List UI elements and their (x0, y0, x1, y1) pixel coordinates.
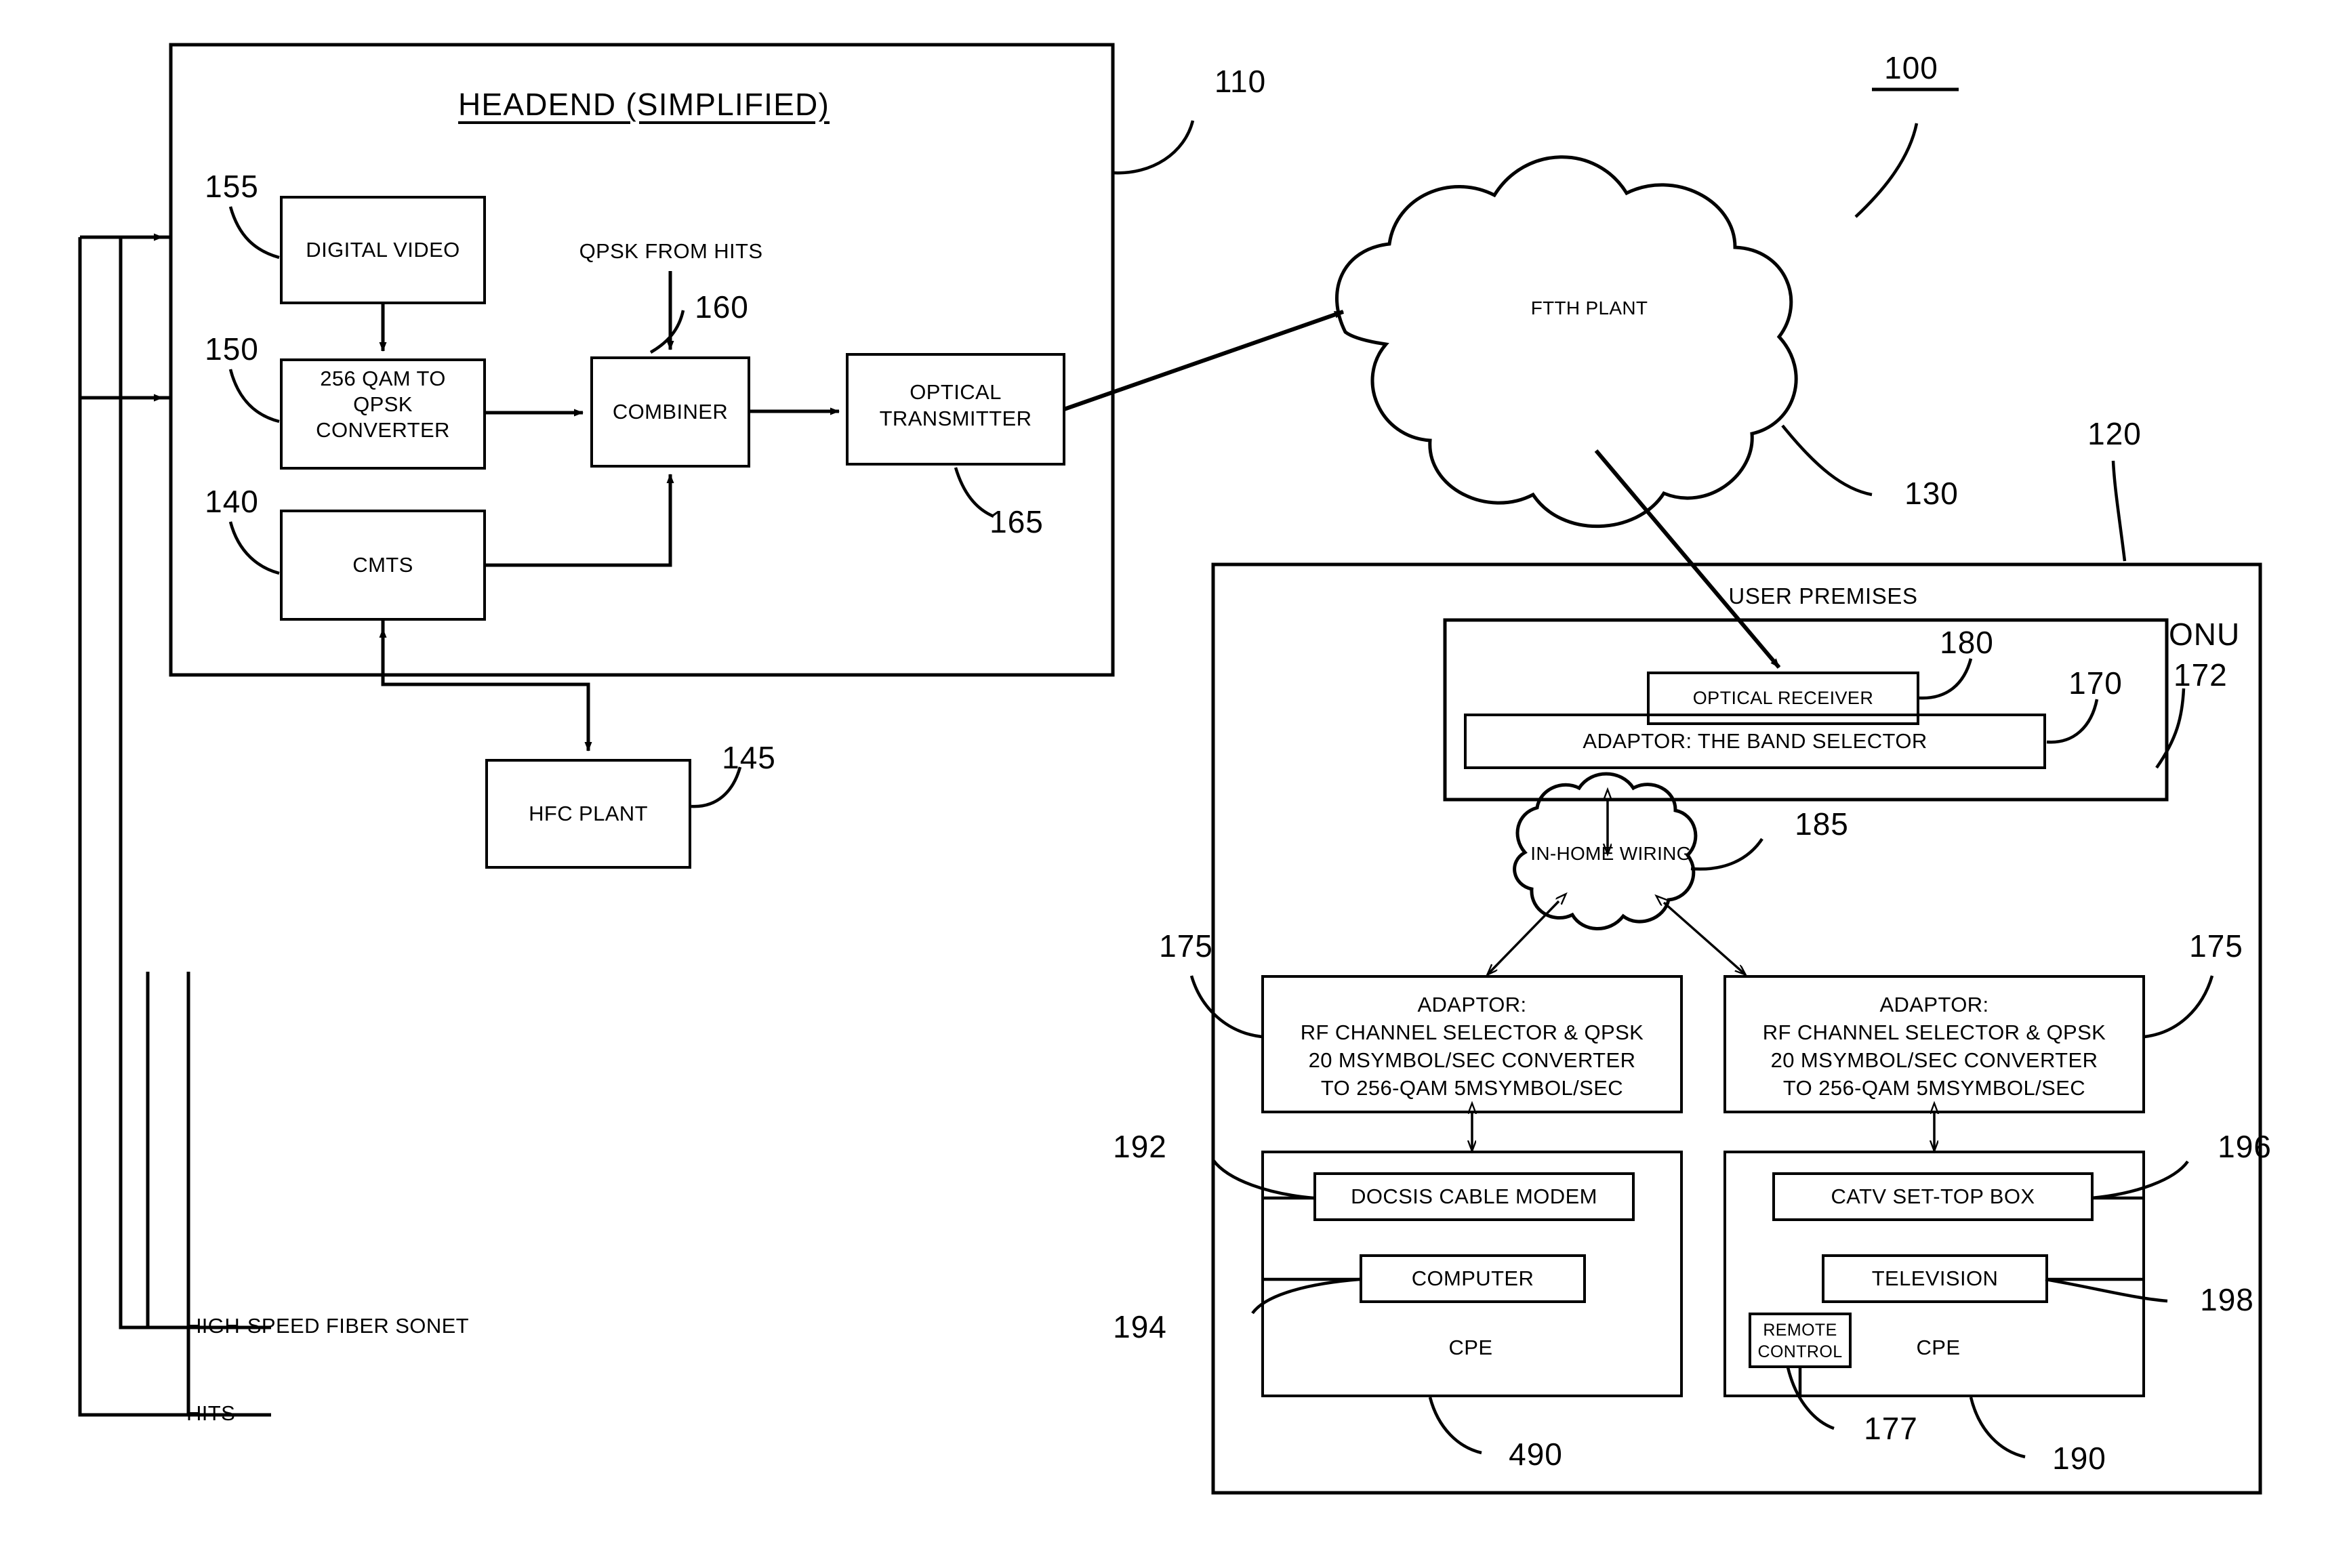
leader-130 (1781, 424, 1873, 497)
digital-video-label: DIGITAL VIDEO (306, 238, 460, 262)
onu-label: ONU (2169, 617, 2241, 652)
ref-175-left: 175 (1159, 928, 1213, 964)
leader-120 (2111, 460, 2127, 562)
leader-110 (1112, 120, 1195, 175)
arrow-inhome-to-adaptor-right (1664, 903, 1745, 974)
cpe-right-label: CPE (1916, 1336, 1961, 1360)
cmts-label: CMTS (352, 553, 413, 577)
ref-160: 160 (695, 289, 749, 325)
computer-label: COMPUTER (1411, 1266, 1534, 1291)
qam-converter-label-1: 256 QAM TO (320, 367, 446, 390)
hfc-plant-label: HFC PLANT (529, 802, 648, 826)
in-home-wiring-label: IN-HOME WIRING (1530, 842, 1692, 864)
patent-figure-canvas: HEADEND (SIMPLIFIED) 110 100 DIGITAL VID… (0, 0, 2326, 1568)
ref-490: 490 (1509, 1437, 1563, 1472)
user-premises-label: USER PREMISES (1728, 583, 1918, 608)
leader-155 (228, 206, 280, 260)
ref-170: 170 (2068, 665, 2123, 701)
arrow-ftth-to-optical-receiver (1594, 449, 1781, 669)
high-speed-fiber-sonet-label: HIGH-SPEED FIBER SONET (186, 1314, 470, 1338)
ref-100: 100 (1884, 50, 1938, 85)
ref-140: 140 (205, 484, 259, 519)
television-label: TELEVISION (1871, 1266, 1999, 1291)
ftth-plant-label: FTTH PLANT (1530, 297, 1648, 318)
arrow-cmts-to-combiner (485, 474, 674, 567)
combiner-label: COMBINER (612, 400, 729, 424)
leader-194 (1251, 1277, 1360, 1315)
leader-196 (2091, 1160, 2189, 1200)
ref-155: 155 (205, 169, 259, 204)
leader-175-left (1189, 975, 1263, 1039)
ref-185: 185 (1795, 806, 1849, 842)
hits-run (78, 398, 268, 1417)
cpe-left-label: CPE (1448, 1336, 1493, 1360)
set-top-box-label: CATV SET-TOP BOX (1831, 1184, 2035, 1209)
ref-145: 145 (722, 740, 776, 775)
adaptor-right-line4: TO 256-QAM 5MSYMBOL/SEC (1782, 1076, 2086, 1100)
leader-177 (1786, 1367, 1835, 1430)
ref-175-right: 175 (2189, 928, 2243, 964)
ref-180: 180 (1940, 625, 1994, 660)
optical-transmitter-label-2: TRANSMITTER (879, 407, 1032, 430)
ref-110: 110 (1214, 64, 1267, 99)
ref-130: 130 (1904, 476, 1959, 511)
ref-190-right: 190 (2052, 1441, 2106, 1476)
leader-490-left (1428, 1397, 1482, 1455)
adaptor-right-line2: RF CHANNEL SELECTOR & QPSK (1762, 1020, 2106, 1044)
arrow-inhome-to-adaptor-left (1488, 901, 1559, 974)
leader-190-right (1969, 1397, 2026, 1459)
leader-175-right (2144, 975, 2214, 1039)
hits-label: HITS (186, 1401, 236, 1425)
adaptor-right-line3: 20 MSYMBOL/SEC CONVERTER (1770, 1048, 2098, 1072)
docsis-modem-label: DOCSIS CABLE MODEM (1351, 1184, 1597, 1209)
band-selector-label: ADAPTOR: THE BAND SELECTOR (1583, 729, 1927, 754)
adaptor-left-line2: RF CHANNEL SELECTOR & QPSK (1300, 1020, 1644, 1044)
arrow-to-hfc-plant (381, 619, 592, 751)
headend-title: HEADEND (SIMPLIFIED) (458, 87, 830, 122)
leader-140 (228, 521, 280, 575)
adaptor-left-line1: ADAPTOR: (1417, 993, 1527, 1016)
hits-bus (186, 972, 271, 1417)
arrow-optical-to-ftth (1063, 310, 1344, 411)
leader-150 (228, 369, 280, 424)
qam-converter-label-3: CONVERTER (316, 418, 450, 442)
ref-172: 172 (2174, 657, 2228, 693)
ref-198: 198 (2200, 1282, 2254, 1317)
leader-180 (1919, 658, 1973, 700)
ref-192: 192 (1113, 1129, 1167, 1164)
optical-transmitter-label-1: OPTICAL (910, 380, 1002, 404)
leader-172 (2155, 688, 2186, 769)
ref-150: 150 (205, 331, 259, 367)
qam-converter-label-2: QPSK (353, 392, 413, 416)
leader-100 (1854, 123, 1919, 218)
adaptor-left-line3: 20 MSYMBOL/SEC CONVERTER (1308, 1048, 1636, 1072)
ref-177: 177 (1864, 1411, 1918, 1446)
qpsk-from-hits-label: QPSK FROM HITS (579, 239, 763, 263)
sonet-bus (146, 972, 271, 1329)
ref-120: 120 (2087, 416, 2142, 451)
ftth-plant-cloud (1335, 155, 1798, 529)
leader-198 (2045, 1277, 2168, 1303)
ref-196: 196 (2218, 1129, 2272, 1164)
adaptor-left-line4: TO 256-QAM 5MSYMBOL/SEC (1320, 1076, 1624, 1100)
ref-194: 194 (1113, 1309, 1167, 1344)
ref-165: 165 (989, 504, 1044, 539)
leader-170 (2046, 699, 2099, 744)
adaptor-right-line1: ADAPTOR: (1879, 993, 1989, 1016)
